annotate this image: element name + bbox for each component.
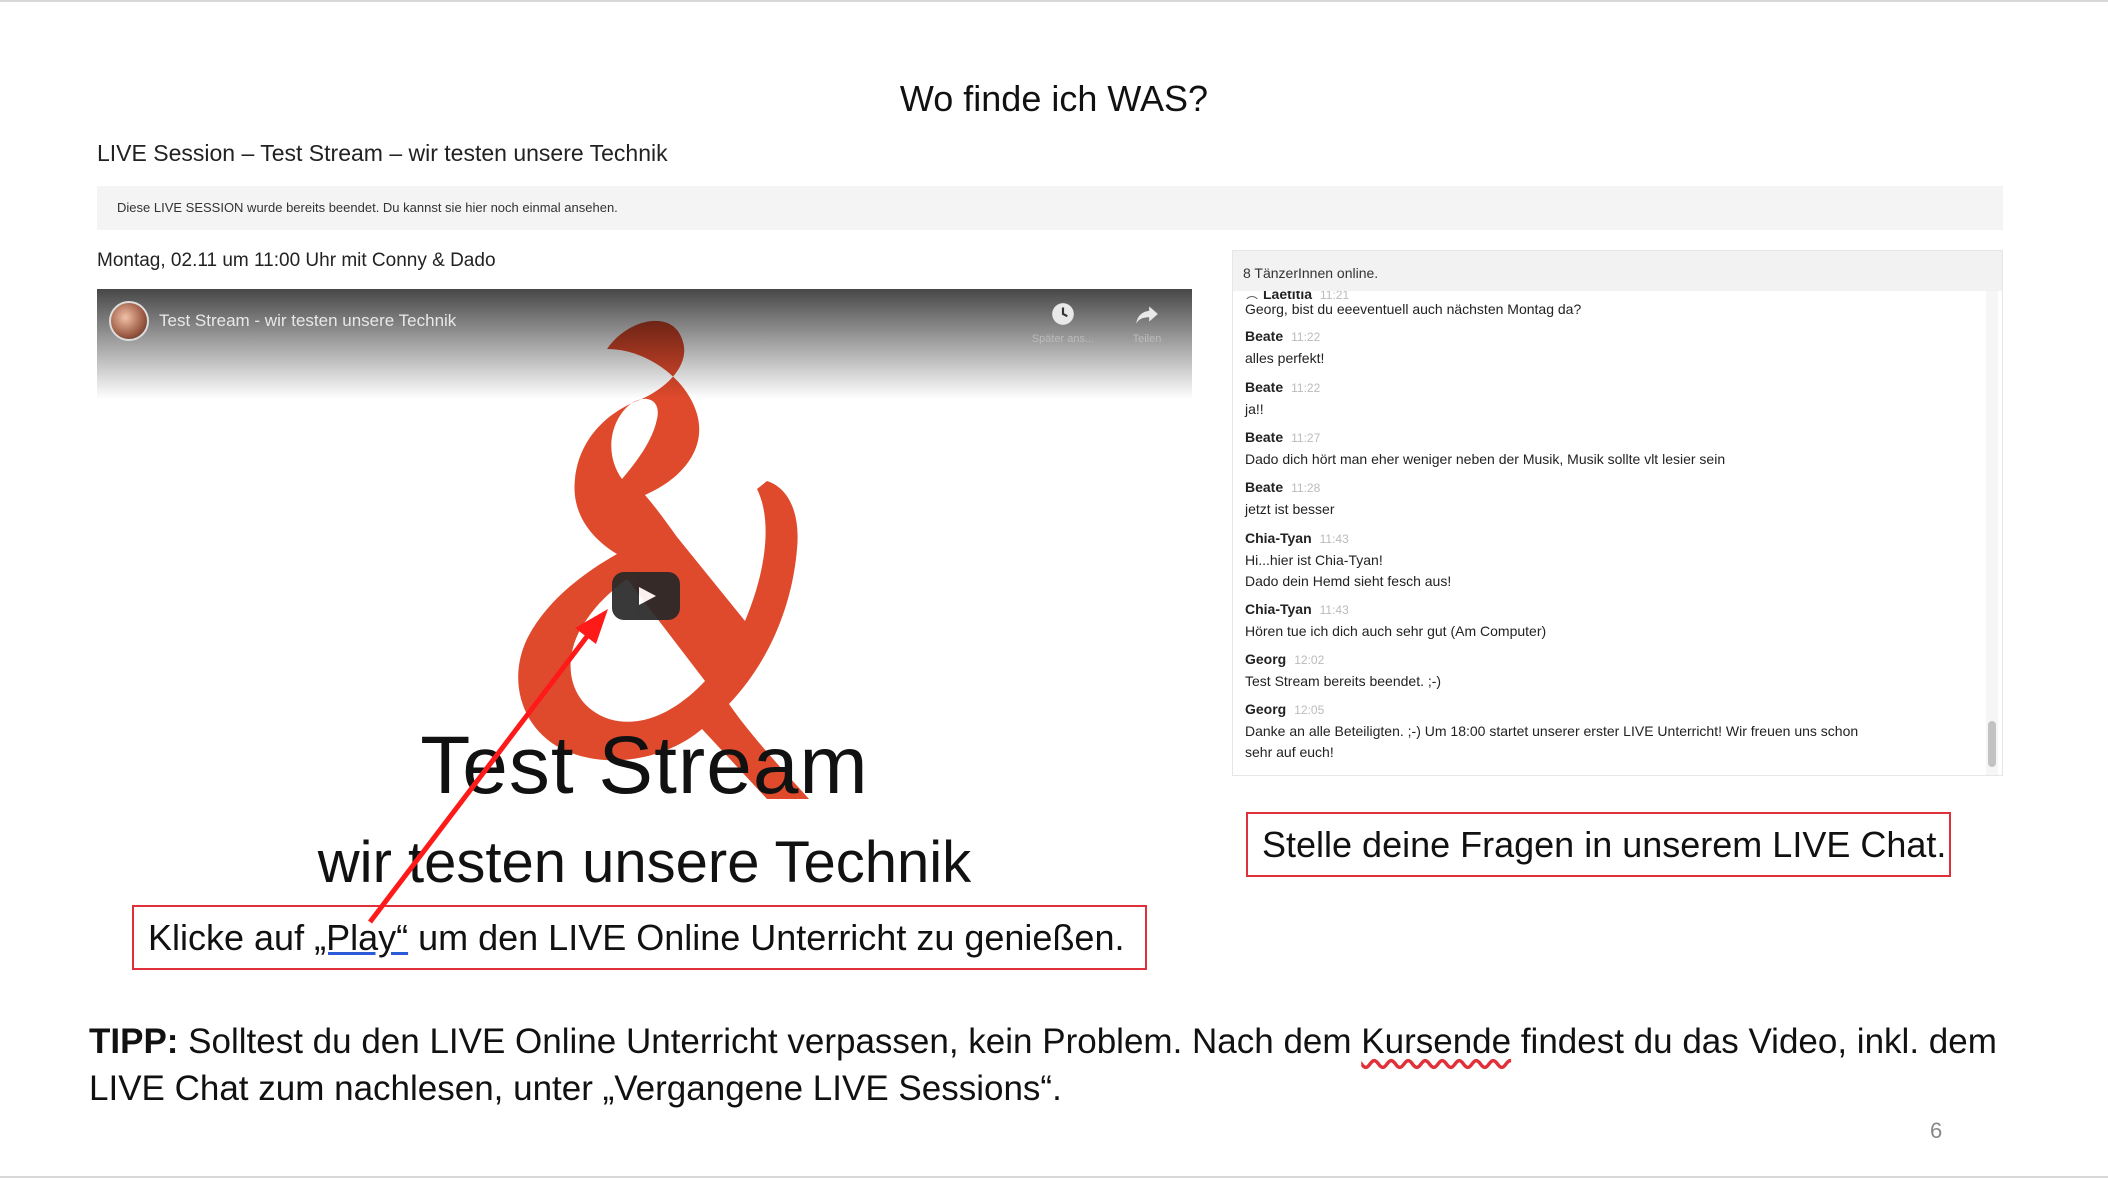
play-callout-keyword: „Play“ — [314, 917, 409, 958]
chat-message: Georg 12:02 Test Stream bereits beendet. … — [1245, 649, 1976, 692]
live-chat-panel: 8 TänzerInnen online. Laetitia 11:21 Geor… — [1232, 250, 2003, 776]
chat-message-text: Dado dich hört man eher weniger neben de… — [1245, 451, 1726, 467]
chat-author: Chia-Tyan — [1245, 601, 1312, 617]
watch-later-label: Später ans... — [1031, 333, 1095, 345]
chat-message: Chia-Tyan 11:43 Hi...hier ist Chia-Tyan! … — [1245, 528, 1976, 592]
tip-text: TIPP: Solltest du den LIVE Online Unterr… — [89, 1018, 2049, 1112]
session-title: LIVE Session – Test Stream – wir testen … — [97, 140, 668, 166]
chat-author: Beate — [1245, 379, 1284, 395]
watch-later-button[interactable]: Später ans... — [1031, 301, 1095, 345]
play-callout: Klicke auf „Play“ um den LIVE Online Unt… — [132, 905, 1147, 970]
chat-message: Chia-Tyan 11:43 Hören tue ich dich auch s… — [1245, 599, 1976, 642]
chat-callout: Stelle deine Fragen in unserem LIVE Chat… — [1246, 812, 1951, 877]
chat-time: 11:21 — [1320, 291, 1350, 299]
chat-message: Georg, bist du eeeventuell auch nächsten… — [1245, 299, 1976, 320]
play-button[interactable] — [612, 572, 680, 620]
video-title[interactable]: Test Stream - wir testen unsere Technik — [159, 311, 456, 331]
chat-author: Beate — [1245, 429, 1284, 445]
page-number: 6 — [1930, 1118, 1943, 1143]
chat-message: Beate 11:22 ja!! — [1245, 377, 1976, 420]
chat-scrollbar-thumb[interactable] — [1988, 721, 1996, 767]
chat-author: Chia-Tyan — [1245, 530, 1312, 546]
video-top-bar — [97, 289, 1192, 399]
chat-message-text: ja!! — [1245, 401, 1264, 417]
chat-message-text: Hi...hier ist Chia-Tyan! — [1245, 552, 1383, 568]
tip-text-part: Solltest du den LIVE Online Unterricht v… — [178, 1022, 1362, 1061]
chat-time: 11:22 — [1291, 330, 1321, 344]
chat-time: 12:02 — [1294, 653, 1325, 667]
chat-message-text: sehr auf euch! — [1245, 744, 1334, 760]
chat-messages[interactable]: Laetitia 11:21 Georg, bist du eeeventuell… — [1233, 291, 1988, 775]
chat-message: Georg 12:05 Danke an alle Beteiligten. ;-… — [1245, 699, 1976, 763]
notice-text: Diese LIVE SESSION wurde bereits beendet… — [117, 200, 618, 215]
chat-message: Beate 11:28 jetzt ist besser — [1245, 477, 1976, 520]
chat-message-text: Hören tue ich dich auch sehr gut (Am Com… — [1245, 623, 1547, 639]
share-button[interactable]: Teilen — [1115, 301, 1179, 345]
chat-message-text: jetzt ist besser — [1245, 501, 1335, 517]
chat-time: 11:22 — [1291, 381, 1321, 395]
play-callout-text: Klicke auf — [148, 917, 315, 958]
tip-label: TIPP: — [89, 1022, 179, 1061]
tip-misspelled-word: Kursende — [1361, 1022, 1512, 1061]
chat-message-text: alles perfekt! — [1245, 350, 1325, 366]
chat-author: Beate — [1245, 479, 1284, 495]
chat-message-text: Danke an alle Beteiligten. ;-) Um 18:00 … — [1245, 723, 1859, 739]
chat-time: 11:28 — [1291, 481, 1321, 495]
share-icon — [1136, 306, 1158, 324]
chat-message: Beate 11:22 alles perfekt! — [1245, 326, 1976, 369]
slide-title: Wo finde ich WAS? — [899, 78, 1209, 119]
channel-avatar[interactable] — [109, 301, 149, 341]
chat-time: 11:43 — [1319, 532, 1349, 546]
chat-partial-message: Laetitia 11:21 — [1245, 291, 1976, 299]
chat-scrollbar[interactable] — [1986, 291, 1998, 775]
chat-message-text: Georg, bist du eeeventuell auch nächsten… — [1245, 301, 1582, 317]
clock-icon — [1052, 303, 1074, 325]
slide-top-border — [0, 0, 2108, 2]
video-player[interactable]: Test Stream - wir testen unsere Technik … — [97, 289, 1192, 929]
chat-author: Georg — [1245, 701, 1287, 717]
session-date: Montag, 02.11 um 11:00 Uhr mit Conny & D… — [97, 250, 496, 271]
chat-time: 11:27 — [1291, 431, 1321, 445]
stream-subtitle: wir testen unsere Technik — [317, 830, 972, 895]
chat-time: 12:05 — [1294, 703, 1325, 717]
chat-message-text: Test Stream bereits beendet. ;-) — [1245, 673, 1442, 689]
chat-message: Beate 11:27 Dado dich hört man eher wenig… — [1245, 427, 1976, 470]
chat-author: Laetitia — [1263, 291, 1313, 299]
chat-message-text: Dado dein Hemd sieht fesch aus! — [1245, 573, 1452, 589]
chat-time: 11:43 — [1319, 603, 1349, 617]
stream-title: Test Stream — [420, 720, 869, 811]
session-ended-notice: Diese LIVE SESSION wurde bereits beendet… — [97, 186, 2003, 230]
share-label: Teilen — [1132, 333, 1162, 345]
chat-online-count: 8 TänzerInnen online. — [1233, 251, 2002, 291]
play-callout-text-end: um den LIVE Online Unterricht zu genieße… — [408, 917, 1125, 958]
chat-author: Georg — [1245, 651, 1287, 667]
chat-author: Beate — [1245, 328, 1284, 344]
